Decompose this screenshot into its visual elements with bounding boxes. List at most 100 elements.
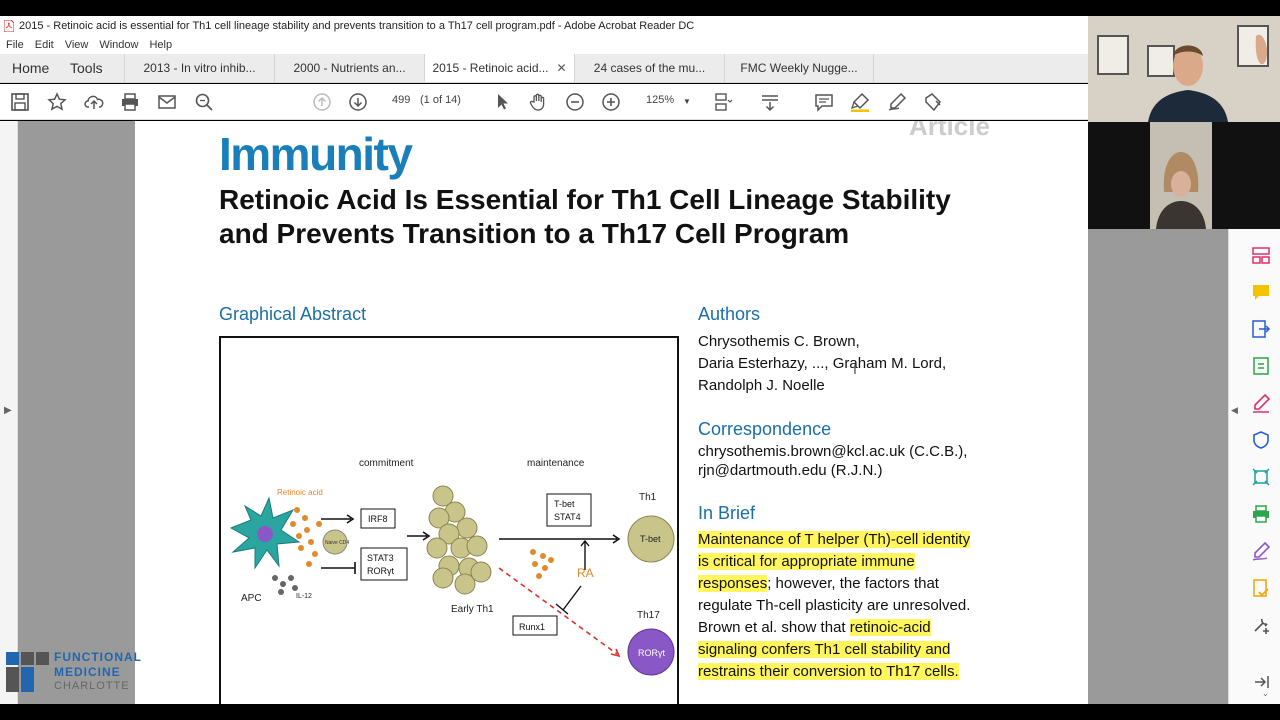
comment-tool-icon[interactable] bbox=[1251, 282, 1271, 302]
logo-mark bbox=[6, 652, 49, 692]
label-runx1: Runx1 bbox=[519, 622, 545, 632]
tab-tools[interactable]: Tools bbox=[58, 54, 124, 82]
doc-tab-2[interactable]: 2000 - Nutrients an... bbox=[274, 54, 424, 82]
webcam-guest-image bbox=[1150, 122, 1212, 229]
zoom-in-icon[interactable] bbox=[601, 92, 621, 112]
label-ra: RA bbox=[577, 566, 594, 580]
menu-window[interactable]: Window bbox=[99, 39, 138, 51]
doc-tab-5[interactable]: FMC Weekly Nugge... bbox=[724, 54, 874, 82]
graphical-abstract-heading: Graphical Abstract bbox=[219, 304, 367, 324]
highlight-icon[interactable] bbox=[850, 92, 870, 112]
ra-dots bbox=[530, 549, 554, 579]
webcam-feed-host bbox=[1088, 16, 1280, 122]
select-cursor-icon[interactable] bbox=[492, 92, 512, 112]
arrow-to-early-th1 bbox=[407, 531, 431, 541]
in-brief-heading: In Brief bbox=[698, 503, 756, 523]
save-icon[interactable] bbox=[10, 92, 30, 112]
compress-icon[interactable] bbox=[1251, 467, 1271, 487]
highlight-span: is critical for appropriate immune bbox=[698, 553, 915, 570]
abstract-diagram: commitment maintenance APC IL-12 Retinoi… bbox=[229, 458, 675, 676]
label-early-th1: Early Th1 bbox=[451, 604, 494, 615]
top-letterbox bbox=[0, 0, 1280, 16]
protect-shield-icon[interactable] bbox=[1251, 430, 1271, 450]
menu-edit[interactable]: Edit bbox=[35, 39, 54, 51]
print-production-icon[interactable] bbox=[1251, 504, 1271, 524]
print-icon[interactable] bbox=[120, 92, 140, 112]
prev-page-icon[interactable] bbox=[312, 92, 332, 112]
upload-cloud-icon[interactable] bbox=[84, 92, 104, 112]
email-icon[interactable] bbox=[157, 92, 177, 112]
label-apc: APC bbox=[241, 593, 262, 604]
send-for-review-icon[interactable] bbox=[1251, 578, 1271, 598]
webcam-guest-tile bbox=[1150, 122, 1212, 229]
label-il12: IL-12 bbox=[296, 593, 312, 600]
highlight-span: responses bbox=[698, 575, 768, 592]
arrow-to-th1 bbox=[499, 534, 621, 544]
export-pdf-icon[interactable] bbox=[1251, 319, 1271, 339]
tab-bar: Home Tools 2013 - In vitro inhib... 2000… bbox=[0, 54, 1088, 83]
functional-medicine-logo: FUNCTIONAL MEDICINE CHARLOTTE bbox=[0, 648, 141, 698]
label-roryt: RORγt bbox=[367, 566, 394, 576]
fill-sign-icon[interactable] bbox=[1251, 541, 1271, 561]
close-tab-icon[interactable]: ✕ bbox=[557, 61, 567, 75]
doc-tab-label: 2015 - Retinoic acid... bbox=[432, 60, 549, 75]
comment-icon[interactable] bbox=[814, 92, 834, 112]
page-layout-icon[interactable] bbox=[713, 92, 733, 112]
arrow-irf8 bbox=[321, 514, 355, 524]
more-tools-icon[interactable] bbox=[1251, 615, 1271, 635]
edit-pdf-icon[interactable] bbox=[1251, 393, 1271, 413]
menu-bar: File Edit View Window Help bbox=[0, 36, 1088, 54]
collapse-right-panel-icon[interactable]: ◀ bbox=[1231, 405, 1238, 416]
label-th1: Th1 bbox=[639, 492, 657, 503]
zoom-level-select[interactable]: 125% bbox=[646, 94, 674, 106]
menu-file[interactable]: File bbox=[6, 39, 24, 51]
doc-tab-3-active[interactable]: 2015 - Retinoic acid... ✕ bbox=[424, 54, 574, 82]
highlight-span: restrains their conversion to Th17 cells… bbox=[698, 663, 959, 680]
tab-tools-label: Tools bbox=[70, 60, 103, 76]
pdf-page: Article Immunity Retinoic Acid Is Essent… bbox=[135, 121, 1090, 704]
doc-tab-label: 2000 - Nutrients an... bbox=[293, 61, 406, 75]
in-brief-text: Maintenance of T helper (Th)-cell identi… bbox=[698, 529, 1018, 683]
inhibit-stat3 bbox=[321, 562, 356, 574]
pdf-file-icon bbox=[4, 20, 14, 32]
organize-pages-icon[interactable] bbox=[1251, 245, 1271, 265]
search-icon[interactable] bbox=[194, 92, 214, 112]
doc-tab-label: 2013 - In vitro inhib... bbox=[143, 61, 256, 75]
next-page-icon[interactable] bbox=[348, 92, 368, 112]
zoom-dropdown-icon[interactable]: ▼ bbox=[683, 97, 691, 106]
scroll-down-icon[interactable]: ⌄ bbox=[1262, 689, 1269, 698]
label-retinoic-acid: Retinoic acid bbox=[277, 488, 323, 497]
expand-left-panel-icon[interactable]: ▶ bbox=[4, 405, 12, 416]
label-tbet-cell: T-bet bbox=[640, 534, 661, 544]
doc-tab-label: FMC Weekly Nugge... bbox=[740, 61, 858, 75]
correspondence-line-2[interactable]: rjn@dartmouth.edu (R.J.N.) bbox=[698, 461, 882, 480]
scroll-mode-icon[interactable] bbox=[760, 92, 780, 112]
doc-tab-1[interactable]: 2013 - In vitro inhib... bbox=[124, 54, 274, 82]
create-pdf-icon[interactable] bbox=[1251, 356, 1271, 376]
left-nav-panel[interactable]: ▶ bbox=[0, 121, 18, 704]
doc-tab-label: 24 cases of the mu... bbox=[593, 61, 706, 75]
toolbar: 499 (1 of 14) 125% ▼ bbox=[0, 84, 1088, 120]
draw-icon[interactable] bbox=[887, 92, 907, 112]
label-commitment: commitment bbox=[359, 458, 414, 469]
correspondence-line-1[interactable]: chrysothemis.brown@kcl.ac.uk (C.C.B.), bbox=[698, 442, 967, 461]
doc-tab-4[interactable]: 24 cases of the mu... bbox=[574, 54, 724, 82]
zoom-out-icon[interactable] bbox=[565, 92, 585, 112]
authors-line-3: Randolph J. Noelle bbox=[698, 377, 825, 394]
page-number-input[interactable]: 499 bbox=[392, 94, 410, 106]
label-stat3: STAT3 bbox=[367, 553, 394, 563]
article-tag: Article bbox=[909, 121, 990, 141]
menu-help[interactable]: Help bbox=[149, 39, 172, 51]
authors-line-1: Chrysothemis C. Brown, bbox=[698, 333, 860, 350]
menu-view[interactable]: View bbox=[65, 39, 89, 51]
label-th17: Th17 bbox=[637, 610, 660, 621]
tab-home[interactable]: Home bbox=[0, 54, 58, 82]
sign-icon[interactable] bbox=[923, 92, 943, 112]
logo-line-3: CHARLOTTE bbox=[54, 680, 130, 692]
hand-tool-icon[interactable] bbox=[528, 92, 548, 112]
webcam-host-image bbox=[1088, 16, 1280, 122]
journal-name: Immunity bbox=[219, 128, 413, 180]
highlight-span: signaling confers Th1 cell stability and bbox=[698, 641, 951, 658]
retinoic-acid-dots bbox=[290, 507, 322, 567]
star-icon[interactable] bbox=[47, 92, 67, 112]
